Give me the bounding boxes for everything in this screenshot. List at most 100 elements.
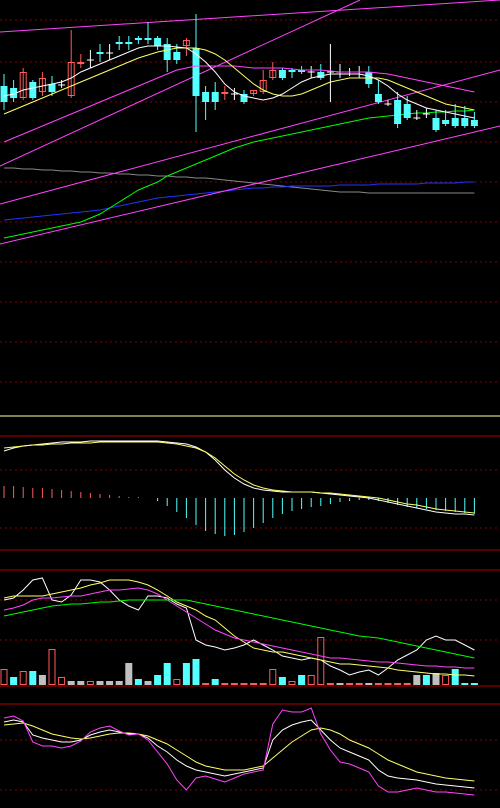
oscillator-panel: [3, 707, 475, 796]
volume-bar: [374, 683, 382, 685]
candle-body: [432, 118, 440, 130]
volume-bar: [182, 663, 190, 685]
candle: [144, 22, 152, 44]
candle-body: [115, 42, 123, 44]
candle: [394, 92, 402, 128]
volume-bar: [413, 675, 421, 685]
candle: [96, 44, 104, 62]
volume-bar: [470, 683, 478, 685]
trend-line-low: [0, 125, 500, 245]
candle-body: [154, 38, 162, 46]
candle-body: [125, 42, 133, 44]
volume-bar: [163, 663, 171, 685]
candle-body: [77, 62, 85, 64]
volume-bar: [288, 681, 296, 685]
candle: [182, 38, 190, 56]
candle-body: [278, 70, 286, 78]
volume-bar: [403, 683, 411, 685]
volume-bar: [230, 683, 238, 685]
candle-body: [451, 118, 459, 126]
candle: [115, 36, 123, 50]
candle: [336, 64, 344, 78]
volume-bar: [0, 669, 8, 685]
candle-body: [403, 104, 411, 118]
volume-panel: [0, 577, 478, 685]
candle: [221, 86, 229, 100]
candle: [154, 36, 162, 50]
candle-body: [29, 82, 37, 98]
candle-body: [192, 48, 200, 96]
volume-bar: [154, 675, 162, 685]
volume-bar: [346, 683, 354, 685]
volume-bar: [38, 675, 46, 685]
volume-bar: [336, 683, 344, 685]
volume-bar: [10, 677, 18, 685]
volume-bar: [67, 681, 75, 685]
candle: [134, 36, 142, 44]
volume-bar: [202, 683, 210, 685]
chart-canvas[interactable]: [0, 0, 500, 808]
candle: [106, 44, 114, 60]
candle: [211, 82, 219, 110]
volume-line-green: [3, 599, 475, 659]
volume-bar: [259, 683, 267, 685]
volume-bar: [355, 683, 363, 685]
volume-bar: [269, 669, 277, 685]
candle-body: [202, 92, 210, 102]
volume-bar: [58, 677, 66, 685]
candle: [38, 72, 46, 96]
candle: [29, 80, 37, 100]
candle: [19, 68, 27, 100]
volume-bar: [19, 671, 27, 685]
volume-bar: [250, 683, 258, 685]
candlestick-series: [0, 14, 478, 132]
volume-bar: [461, 683, 469, 685]
volume-bar: [173, 679, 181, 685]
volume-bar: [29, 671, 37, 685]
grid-layer: [0, 19, 500, 791]
candle-body: [134, 38, 142, 40]
oscillator-d-yellow: [3, 722, 475, 782]
volume-bar: [307, 675, 315, 685]
candle-body: [374, 94, 382, 102]
oscillator-j-magenta: [3, 707, 475, 796]
volume-bar: [240, 683, 248, 685]
candle: [307, 66, 315, 78]
oscillator-k-white: [3, 719, 475, 789]
candle: [77, 54, 85, 68]
candle: [163, 38, 171, 72]
candle: [202, 86, 210, 120]
candle-body: [461, 118, 469, 126]
volume-bar: [192, 659, 200, 685]
volume-bar: [221, 683, 229, 685]
volume-bar: [144, 681, 152, 685]
volume-bar: [211, 679, 219, 685]
candle-body: [144, 38, 152, 40]
ma-long2-line: [3, 109, 475, 239]
candle: [451, 104, 459, 128]
candle-body: [288, 70, 296, 72]
candle: [192, 14, 200, 132]
candle: [250, 90, 258, 96]
candle: [317, 64, 325, 80]
volume-bar: [86, 681, 94, 685]
candle-body: [470, 120, 478, 126]
candle-body: [221, 92, 229, 94]
candle: [432, 110, 440, 132]
candle: [86, 50, 94, 68]
candle: [125, 36, 133, 50]
candle: [10, 80, 18, 102]
candle: [413, 110, 421, 120]
candle-body: [211, 92, 219, 102]
volume-bar: [384, 683, 392, 685]
macd-dea-line: [3, 441, 475, 514]
volume-bar: [422, 675, 430, 685]
volume-bar: [134, 679, 142, 685]
volume-line-white: [3, 577, 475, 676]
candle-body: [442, 120, 450, 124]
candle: [278, 68, 286, 80]
volume-bar: [115, 681, 123, 685]
volume-bar: [278, 677, 286, 685]
candle: [374, 80, 382, 104]
candle: [326, 44, 334, 102]
